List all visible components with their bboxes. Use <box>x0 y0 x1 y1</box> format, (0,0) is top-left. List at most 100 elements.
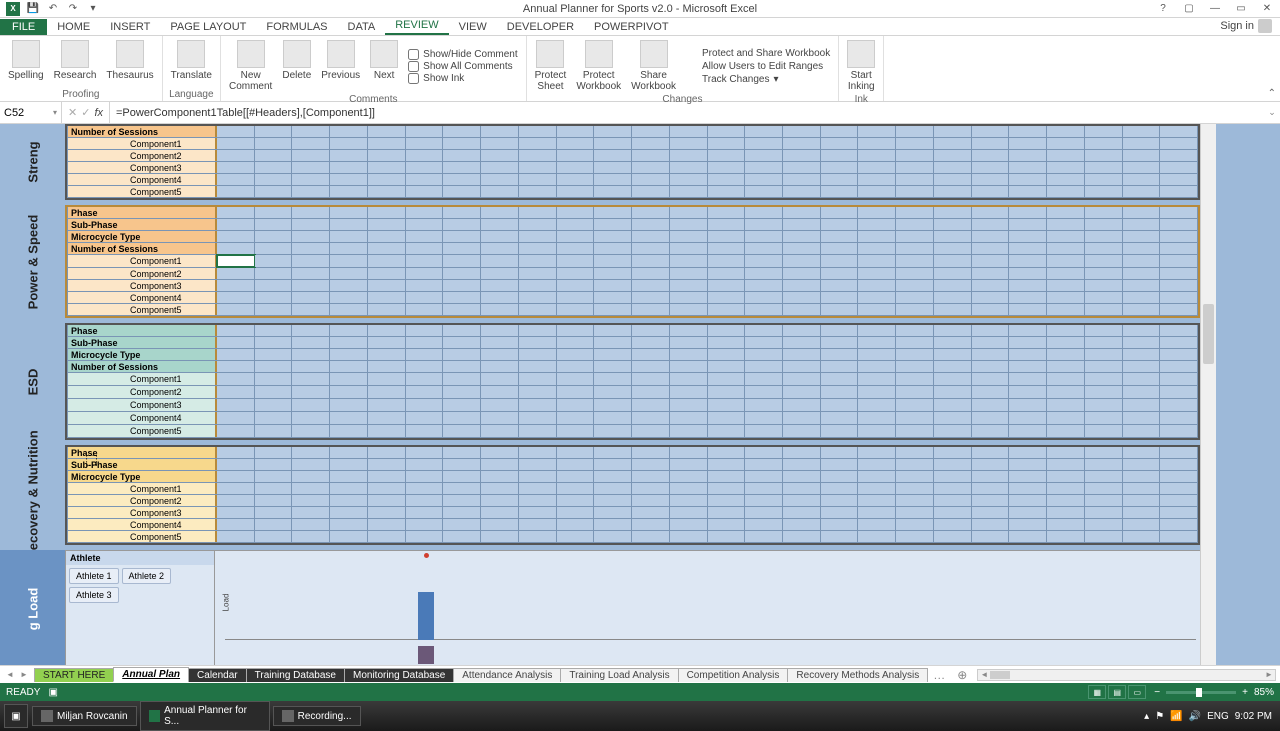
cells[interactable] <box>217 483 1198 494</box>
sheet-nav-prev-icon[interactable]: ◄ <box>4 669 16 681</box>
cells[interactable] <box>217 304 1198 315</box>
taskbar-item-explorer[interactable]: Miljan Rovcanin <box>32 706 137 726</box>
protect-workbook-button[interactable]: Protect Workbook <box>572 38 625 94</box>
hscroll-thumb[interactable] <box>990 671 1010 679</box>
sheet-tab-start[interactable]: START HERE <box>34 668 114 682</box>
close-icon[interactable]: ✕ <box>1254 0 1280 18</box>
athlete-2-button[interactable]: Athlete 2 <box>122 568 172 584</box>
research-button[interactable]: Research <box>50 38 101 89</box>
cells[interactable] <box>217 361 1198 372</box>
translate-button[interactable]: Translate <box>167 38 216 89</box>
ribbon-collapse-icon[interactable]: ⌃ <box>1268 88 1276 99</box>
maximize-icon[interactable]: ▭ <box>1228 0 1254 18</box>
showhide-checkbox[interactable] <box>408 49 419 60</box>
cells[interactable] <box>217 447 1198 458</box>
cells[interactable] <box>217 373 1198 385</box>
zoom-slider[interactable] <box>1166 691 1236 694</box>
tab-powerpivot[interactable]: POWERPIVOT <box>584 19 679 35</box>
help-icon[interactable]: ? <box>1150 0 1176 18</box>
cells[interactable] <box>217 243 1198 254</box>
cells[interactable] <box>217 255 1198 267</box>
new-comment-button[interactable]: New Comment <box>225 38 276 94</box>
cells[interactable] <box>217 207 1198 218</box>
redo-icon[interactable]: ↷ <box>66 2 80 16</box>
cells[interactable] <box>217 459 1198 470</box>
tab-formulas[interactable]: FORMULAS <box>256 19 337 35</box>
sheet-tab-annual-plan[interactable]: Annual Plan <box>113 667 189 682</box>
cells[interactable] <box>217 138 1198 149</box>
showall-checkbox[interactable] <box>408 61 419 72</box>
tab-data[interactable]: DATA <box>338 19 386 35</box>
signin-link[interactable]: Sign in <box>1212 17 1280 35</box>
hscroll-left-icon[interactable]: ◄ <box>978 670 990 679</box>
sheet-tab-attendance[interactable]: Attendance Analysis <box>453 668 561 682</box>
sheet-tab-load-analysis[interactable]: Training Load Analysis <box>560 668 678 682</box>
showall-comments-button[interactable]: Show All Comments <box>408 61 517 72</box>
vertical-scrollbar[interactable] <box>1200 124 1216 665</box>
scrollbar-thumb[interactable] <box>1203 304 1214 364</box>
cells[interactable] <box>217 292 1198 303</box>
zoom-out-icon[interactable]: − <box>1154 687 1160 698</box>
taskbar-item-excel[interactable]: Annual Planner for S... <box>140 701 270 731</box>
cells[interactable] <box>217 386 1198 398</box>
previous-comment-button[interactable]: Previous <box>317 38 364 94</box>
tab-developer[interactable]: DEVELOPER <box>497 19 584 35</box>
horizontal-scrollbar[interactable]: ◄ ► <box>977 669 1276 681</box>
start-button[interactable]: ▣ <box>4 704 28 728</box>
sheet-tab-training-db[interactable]: Training Database <box>246 668 345 682</box>
cells[interactable] <box>217 507 1198 518</box>
cells[interactable] <box>217 425 1198 437</box>
cells[interactable] <box>217 519 1198 530</box>
name-box[interactable]: C52 <box>0 102 62 123</box>
cells[interactable] <box>217 337 1198 348</box>
view-pagebreak-icon[interactable]: ▭ <box>1128 685 1146 699</box>
minimize-icon[interactable]: — <box>1202 0 1228 18</box>
cells[interactable] <box>217 280 1198 291</box>
fx-icon[interactable]: fx <box>94 107 103 119</box>
cells[interactable] <box>217 174 1198 185</box>
tab-file[interactable]: FILE <box>0 19 47 35</box>
showink-button[interactable]: Show Ink <box>408 73 517 84</box>
taskbar-item-recording[interactable]: Recording... <box>273 706 361 726</box>
formula-expand-icon[interactable]: ⌄ <box>1264 107 1280 118</box>
tab-insert[interactable]: INSERT <box>100 19 160 35</box>
thesaurus-button[interactable]: Thesaurus <box>102 38 157 89</box>
cells[interactable] <box>217 126 1198 137</box>
sheet-tab-monitoring-db[interactable]: Monitoring Database <box>344 668 454 682</box>
cells[interactable] <box>217 495 1198 506</box>
undo-icon[interactable]: ↶ <box>46 2 60 16</box>
athlete-slicer[interactable]: Athlete Athlete 1 Athlete 2 Athlete 3 <box>65 550 215 665</box>
cancel-formula-icon[interactable]: ✕ <box>68 106 77 119</box>
next-comment-button[interactable]: Next <box>366 38 402 94</box>
sheet-tab-calendar[interactable]: Calendar <box>188 668 247 682</box>
cells[interactable] <box>217 231 1198 242</box>
sheet-nav-next-icon[interactable]: ► <box>18 669 30 681</box>
cells[interactable] <box>217 399 1198 411</box>
load-chart[interactable]: Load <box>215 550 1200 665</box>
tab-home[interactable]: HOME <box>47 19 100 35</box>
qat-customize-icon[interactable]: ▾ <box>86 2 100 16</box>
save-icon[interactable]: 💾 <box>26 2 40 16</box>
athlete-3-button[interactable]: Athlete 3 <box>69 587 119 603</box>
share-workbook-button[interactable]: Share Workbook <box>627 38 680 94</box>
delete-comment-button[interactable]: Delete <box>278 38 315 94</box>
protect-share-button[interactable]: Protect and Share Workbook <box>686 47 830 59</box>
tab-view[interactable]: VIEW <box>449 19 497 35</box>
track-changes-button[interactable]: Track Changes ▾ <box>686 73 830 85</box>
enter-formula-icon[interactable]: ✓ <box>81 106 90 119</box>
cells[interactable] <box>217 186 1198 197</box>
showink-checkbox[interactable] <box>408 73 419 84</box>
view-normal-icon[interactable]: ▦ <box>1088 685 1106 699</box>
worksheet-area[interactable]: ⬚ Streng Number of Sessions Component1 C… <box>0 124 1280 665</box>
cells[interactable] <box>217 412 1198 424</box>
tab-pagelayout[interactable]: PAGE LAYOUT <box>160 19 256 35</box>
spelling-button[interactable]: Spelling <box>4 38 48 89</box>
zoom-in-icon[interactable]: + <box>1242 687 1248 698</box>
add-sheet-icon[interactable]: ⊕ <box>951 668 973 682</box>
macro-record-icon[interactable]: ▣ <box>48 687 57 698</box>
allow-edit-ranges-button[interactable]: Allow Users to Edit Ranges <box>686 60 830 72</box>
athlete-1-button[interactable]: Athlete 1 <box>69 568 119 584</box>
tab-review[interactable]: REVIEW <box>385 17 448 35</box>
cells[interactable] <box>217 531 1198 542</box>
cells[interactable] <box>217 268 1198 279</box>
